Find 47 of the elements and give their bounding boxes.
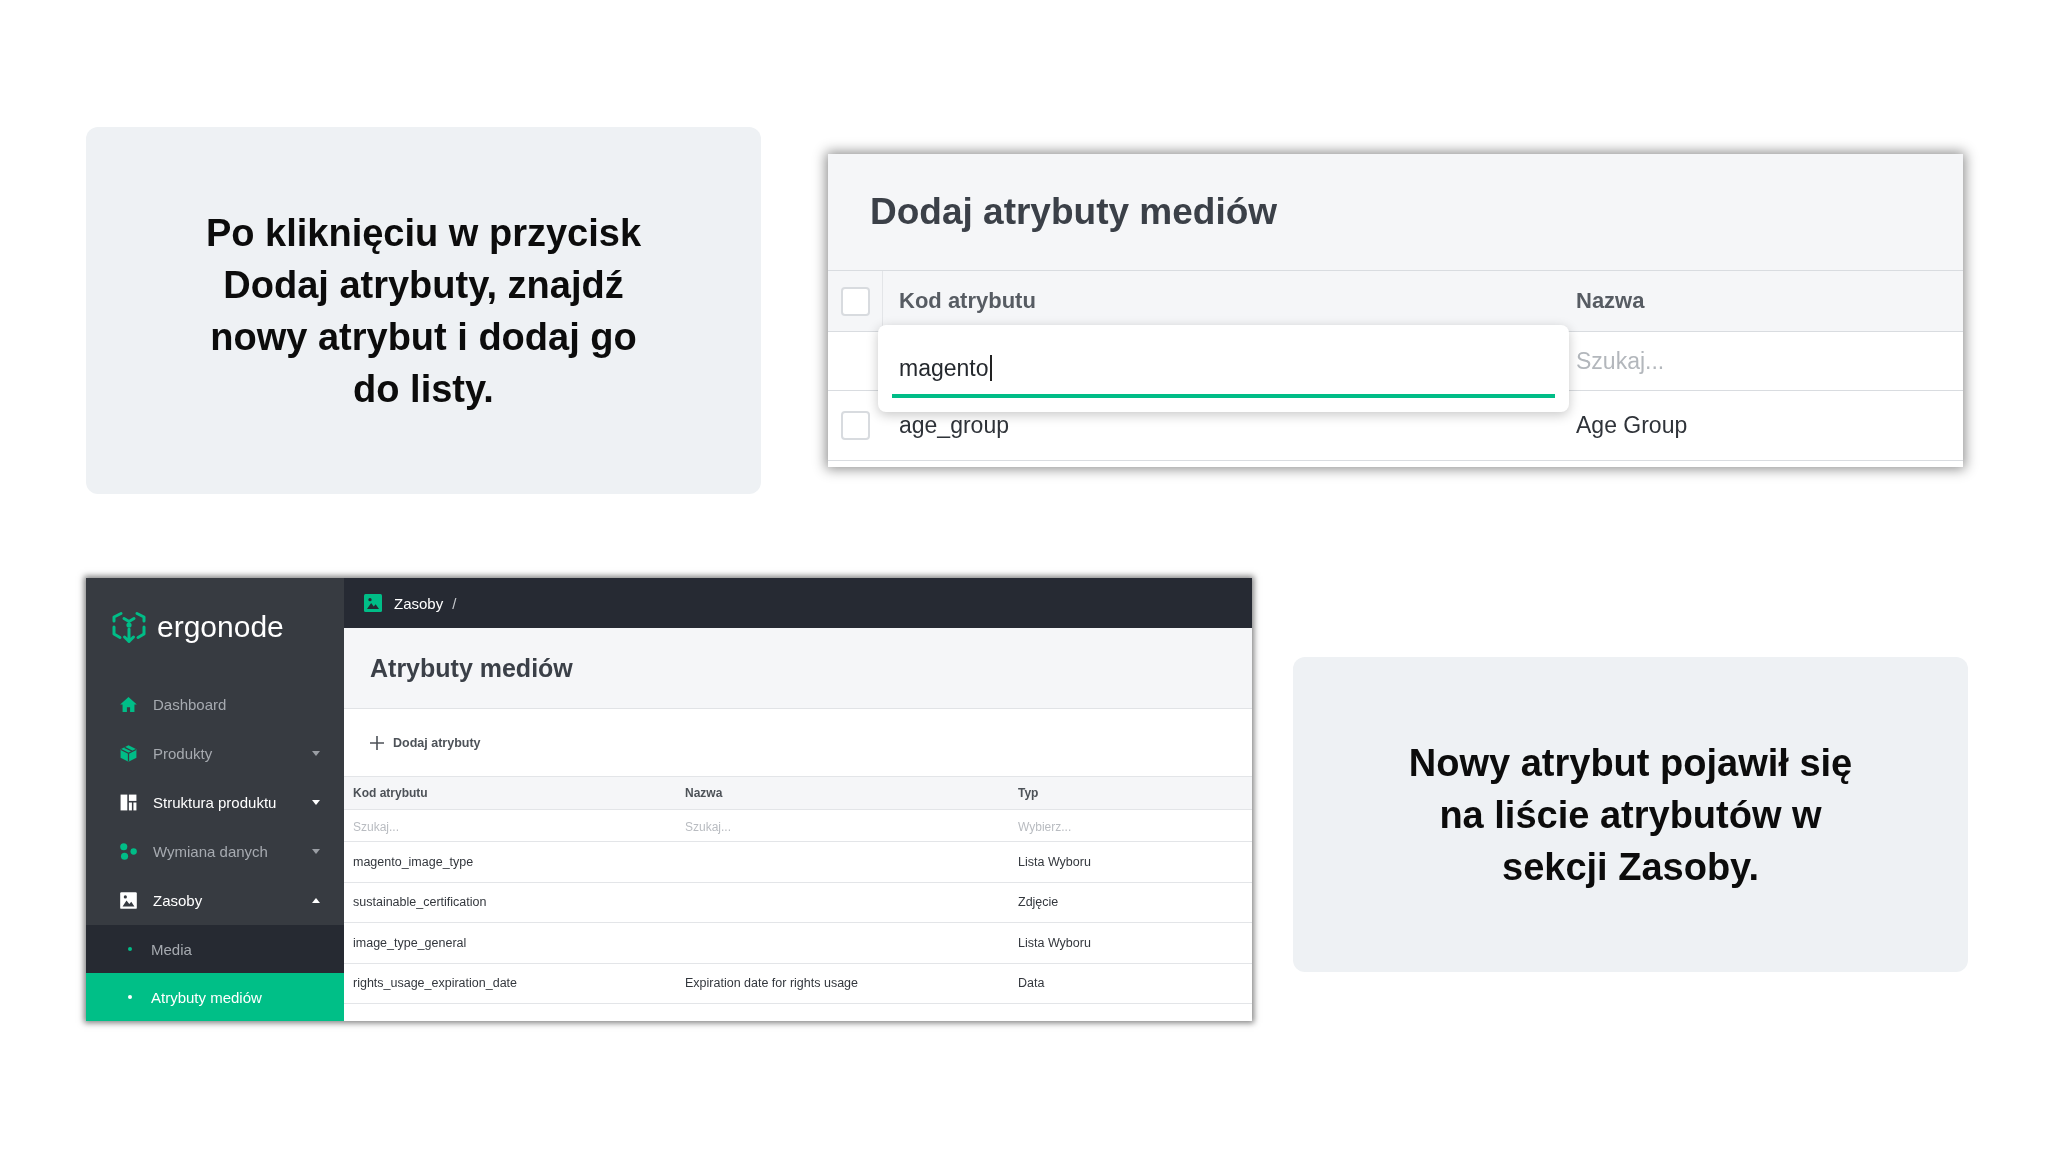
sidebar-item[interactable]: Produkty: [86, 729, 344, 778]
attribute-name: Expiration date for rights usage: [685, 976, 859, 991]
sidebar-item[interactable]: Dashboard: [86, 680, 344, 729]
sidebar-subitem[interactable]: Media: [86, 925, 344, 973]
callout-text: Nowy atrybut pojawił się na liście atrybutów w sekcji Zasoby.: [1407, 740, 1854, 890]
add-attributes-button[interactable]: Dodaj atrybuty: [370, 735, 481, 750]
attribute-type: Data: [1018, 976, 1045, 991]
breadcrumb-separator: /: [452, 594, 457, 612]
attribute-code: magento_image_type: [353, 854, 474, 869]
cube-icon: [119, 744, 138, 763]
search-field[interactable]: magento: [878, 325, 1569, 412]
attribute-code: sustainable_certification: [353, 895, 487, 910]
logo-icon: [111, 610, 147, 644]
attribute-code: age_group: [899, 412, 1009, 438]
filter-field[interactable]: Szukaj...: [353, 819, 553, 834]
checkbox[interactable]: [840, 286, 870, 316]
bullet-icon: [128, 995, 132, 999]
sidebar-item[interactable]: Wymiana danych: [86, 827, 344, 876]
attribute-name: Age Group: [1576, 412, 1688, 438]
attribute-type: Lista Wyboru: [1018, 935, 1091, 950]
logo-text: ergonode: [157, 610, 284, 644]
home-icon: [119, 695, 138, 714]
column-header: Nazwa: [685, 786, 723, 800]
filter-field[interactable]: Szukaj...: [685, 819, 885, 834]
filter-field[interactable]: Wybierz...: [1018, 819, 1218, 834]
sidebar-item[interactable]: Zasoby: [86, 876, 344, 925]
attribute-type: Lista Wyboru: [1018, 854, 1091, 869]
column-header: Kod atrybutu: [899, 288, 1036, 313]
dialog-title: Dodaj atrybuty mediów: [870, 191, 1278, 233]
page-title: Atrybuty mediów: [370, 653, 573, 683]
column-header: Nazwa: [1576, 288, 1645, 313]
attribute-type: Zdjęcie: [1018, 895, 1059, 910]
dots-icon: [119, 842, 138, 861]
search-field[interactable]: Szukaj...: [1576, 347, 1876, 375]
callout-text: Po kliknięciu w przycisk Dodaj atrybuty, znajdź nowy atrybut i dodaj go do listy.: [204, 210, 643, 412]
layout-icon: [119, 793, 138, 812]
attribute-code: image_type_general: [353, 935, 467, 950]
column-header: Typ: [1018, 786, 1039, 800]
plus-icon: [370, 735, 384, 750]
attribute-code: rights_usage_expiration_date: [353, 976, 517, 991]
breadcrumb-link[interactable]: Zasoby: [394, 594, 444, 612]
bullet-icon: [128, 947, 132, 951]
checkbox[interactable]: [841, 411, 870, 440]
image-icon: [364, 594, 382, 612]
sidebar-item[interactable]: Struktura produktu: [86, 778, 344, 827]
column-header: Kod atrybutu: [353, 786, 428, 800]
image-icon: [119, 891, 138, 910]
